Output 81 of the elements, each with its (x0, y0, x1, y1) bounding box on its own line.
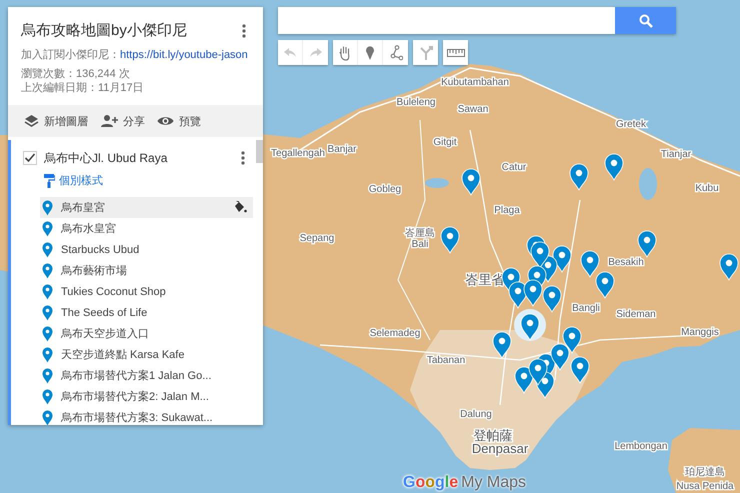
place-label: Lembongan (614, 441, 668, 452)
place-label: Selemadeg (370, 328, 420, 339)
place-item[interactable]: 烏布市場替代方案3: Sukawat... (40, 407, 253, 425)
place-label: 登帕薩 (474, 428, 512, 443)
pin-icon (42, 326, 53, 342)
place-label: Kubutambahan (441, 77, 509, 88)
pin-icon (42, 262, 53, 278)
place-item[interactable]: 天空步道終點 Karsa Kafe (40, 344, 253, 365)
last-edited-date: 上次編輯日期：11月17日 (21, 81, 145, 95)
place-label: Gretek (616, 119, 646, 130)
place-label: Manggis (681, 327, 719, 338)
subscribe-label: 加入訂閱小傑印尼： (21, 49, 120, 61)
place-item[interactable]: 烏布市場替代方案1 Jalan Go... (40, 365, 253, 386)
ruler-button[interactable] (443, 40, 468, 65)
redo-icon (308, 46, 322, 58)
hand-icon (338, 44, 352, 60)
marker-icon (365, 44, 375, 60)
layer-name: 烏布中心Jl. Ubud Raya (44, 150, 168, 166)
place-label: Bangli (572, 303, 600, 314)
more-vertical-icon (241, 151, 245, 165)
place-item[interactable]: 烏布皇宮 (40, 197, 253, 218)
layer-action-button[interactable]: 新增圖層 (22, 112, 90, 130)
pin-icon (42, 284, 53, 300)
place-label: Plaga (494, 205, 520, 216)
paint-roller-icon (44, 174, 55, 188)
line-tool-button[interactable] (383, 40, 408, 65)
place-item[interactable]: Starbucks Ubud (40, 239, 253, 260)
undo-icon (283, 46, 297, 58)
preview-action-button[interactable]: 預覽 (155, 112, 203, 130)
place-item[interactable]: Tukies Coconut Shop (40, 281, 253, 302)
pin-icon (42, 388, 53, 404)
share-action-button[interactable]: 分享 (98, 112, 147, 130)
scrollbar[interactable] (256, 140, 263, 163)
place-label: Tegallengah (271, 148, 325, 159)
more-vertical-icon (242, 24, 246, 38)
place-item[interactable]: 烏布市場替代方案2: Jalan M... (40, 386, 253, 407)
place-label: Besakih (608, 257, 644, 268)
place-label: Nusa Penida (676, 481, 734, 492)
style-link[interactable]: 個別樣式 (44, 173, 263, 188)
place-item[interactable]: The Seeds of Life (40, 302, 253, 323)
search-icon (638, 14, 652, 28)
add-person-icon (100, 114, 118, 128)
layers-icon (24, 114, 39, 128)
place-item[interactable]: 烏布天空步道入口 (40, 323, 253, 344)
eye-icon (157, 115, 174, 127)
pin-icon (42, 368, 53, 384)
hand-tool-button[interactable] (333, 40, 358, 65)
map-logo: Google My Maps (403, 474, 526, 491)
place-label: Gitgit (433, 137, 457, 148)
ruler-icon (446, 48, 464, 56)
place-label: Sepang (300, 233, 334, 244)
pin-icon (42, 346, 53, 362)
view-count: 瀏覽次數：136,244 次 (21, 67, 131, 81)
place-label: Tianjar (660, 149, 692, 160)
place-label: Gobleg (368, 184, 402, 195)
line-icon (388, 44, 402, 60)
place-label: Kubu (695, 183, 719, 194)
place-item[interactable]: 烏布水皇宮 (40, 218, 253, 239)
pin-icon (42, 242, 53, 258)
place-label: Buleleng (396, 97, 436, 108)
paint-bucket-icon (233, 201, 247, 214)
map-title: 烏布攻略地圖by小傑印尼 (21, 21, 187, 40)
place-label: Tabanan (426, 355, 466, 366)
pin-icon (42, 220, 53, 236)
place-label: Bali (412, 239, 428, 250)
place-label: Sideman (616, 309, 656, 320)
marker-tool-button[interactable] (358, 40, 383, 65)
place-label: Sawan (458, 104, 488, 115)
subscribe-link[interactable]: https://bit.ly/youtube-jason (120, 49, 248, 61)
pin-icon (42, 200, 53, 216)
search-field[interactable] (278, 7, 615, 34)
place-label: Catur (502, 162, 526, 173)
place-label: Banjar (328, 144, 356, 155)
pin-icon (42, 304, 53, 320)
place-label: Denpasar (472, 441, 528, 456)
place-label: 珀尼達島 (685, 467, 725, 478)
place-item[interactable]: 烏布藝術市場 (40, 260, 253, 281)
search-button[interactable] (615, 7, 676, 34)
fork-arrow-icon (418, 44, 432, 60)
place-label: Dalung (460, 409, 492, 420)
layer-checkbox[interactable] (23, 151, 37, 165)
